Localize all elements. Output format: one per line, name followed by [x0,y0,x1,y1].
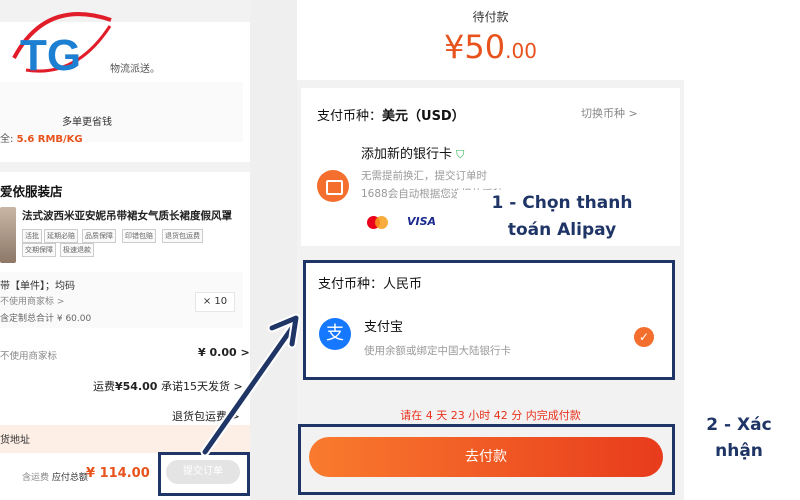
arrow-icon [200,313,301,457]
